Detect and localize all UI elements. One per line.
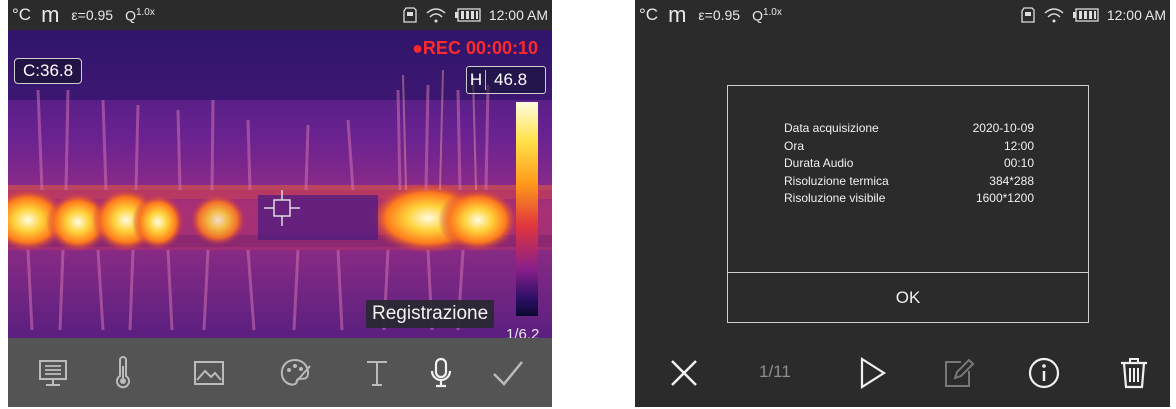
page-indicator: 1/11 [759,362,791,381]
edit-icon[interactable] [941,356,975,390]
info-value: 2020-10-09 [972,121,1034,135]
unit-indicator: °C [12,5,32,24]
high-label: H [467,70,486,90]
zoom-indicator: Q1.0x [752,6,782,24]
bottom-toolbar: 1/11 [635,338,1170,407]
color-scale-bar [516,102,538,316]
info-dialog: Data acquisizione 2020-10-09 Ora 12:00 Dur… [727,85,1089,323]
partial-value: 1/6.2 [506,326,540,338]
clock: 12:00 AM [1106,7,1166,23]
play-icon[interactable] [855,356,889,390]
info-label: Data acquisizione [784,121,879,135]
info-table: Data acquisizione 2020-10-09 Ora 12:00 Dur… [784,120,1034,208]
battery-icon [1072,8,1099,22]
info-row: Ora 12:00 [784,138,1034,156]
ok-button[interactable]: OK [728,273,1088,322]
emissivity-indicator: ε=0.95 [698,7,741,23]
magnifier-icon: Q [752,7,763,24]
thermometer-icon[interactable] [106,356,140,390]
high-value: 46.8 [494,70,528,89]
high-temperature: H 46.8 [466,66,546,94]
wifi-icon [426,8,446,23]
status-bar: °C m ε=0.95 Q1.0x 12:00 AM [8,0,552,30]
info-row: Data acquisizione 2020-10-09 [784,120,1034,138]
magnifier-icon: Q [125,7,136,24]
sd-card-icon [403,7,417,23]
mode-indicator: m [668,2,687,27]
recording-indicator: ●REC 00:00:10 [412,38,538,58]
palette-icon[interactable] [278,356,312,390]
clock: 12:00 AM [488,7,548,23]
info-row: Risoluzione visibile 1600*1200 [784,190,1034,208]
info-value: 1600*1200 [975,191,1034,205]
bottom-toolbar [8,338,552,407]
microphone-icon[interactable] [424,356,458,390]
info-label: Durata Audio [784,156,854,170]
unit-indicator: °C [639,5,659,24]
info-row: Durata Audio 00:10 [784,155,1034,173]
info-icon[interactable] [1027,356,1061,390]
zoom-indicator: Q1.0x [125,6,155,24]
checkmark-icon[interactable] [488,356,528,390]
display-icon[interactable] [36,356,70,390]
info-value: 384*288 [989,173,1034,188]
wifi-icon [1044,8,1064,23]
info-row: Risoluzione termica 384*288 [784,173,1034,191]
status-bar: °C m ε=0.95 Q1.0x 12:00 AM [635,0,1170,30]
image-icon[interactable] [192,356,226,390]
file-info-screen: °C m ε=0.95 Q1.0x 12:00 AM Data acquisiz… [635,0,1170,407]
emissivity-indicator: ε=0.95 [71,7,114,23]
info-label: Risoluzione termica [784,173,889,188]
text-icon[interactable] [360,356,394,390]
tooltip: Registrazione [366,300,495,328]
center-temperature: C:36.8 [14,58,83,84]
thermal-image[interactable]: C:36.8 ●REC 00:00:10 H 46.8 1/6.2 Regist… [8,30,552,338]
close-icon[interactable] [667,356,701,390]
info-label: Ora [784,138,805,153]
info-label: Risoluzione visibile [784,191,886,205]
sd-card-icon [1021,7,1035,23]
trash-icon[interactable] [1117,356,1151,390]
battery-icon [454,8,481,22]
thermal-camera-screen: °C m ε=0.95 Q1.0x 12:00 AM C:36.8 ●REC 0… [8,0,552,407]
mode-indicator: m [41,2,60,27]
info-value: 00:10 [1003,156,1034,170]
info-value: 12:00 [1003,138,1034,153]
